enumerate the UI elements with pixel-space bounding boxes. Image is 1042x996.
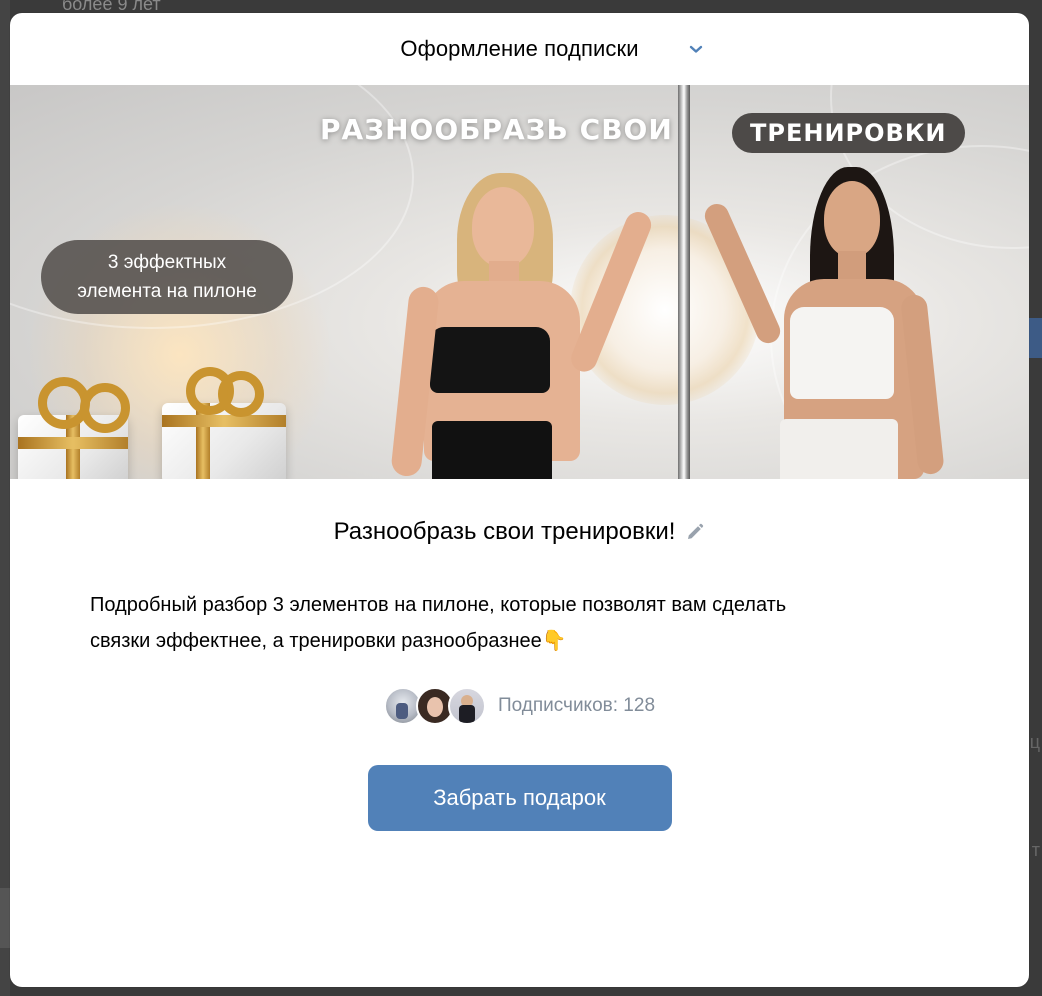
background-button-fragment bbox=[1028, 318, 1042, 358]
banner-badge: 3 эффектных элемента на пилоне bbox=[41, 240, 293, 314]
subscribers-row[interactable]: Подписчиков: 128 bbox=[10, 687, 1029, 725]
chevron-down-icon[interactable] bbox=[688, 41, 704, 57]
background-fragment bbox=[0, 888, 10, 948]
background-text-fragment: т bbox=[1031, 840, 1040, 860]
claim-gift-button[interactable]: Забрать подарок bbox=[367, 765, 672, 831]
subscribers-count: Подписчиков: 128 bbox=[497, 695, 656, 716]
subscription-modal: Оформление подписки РАЗНООБРАЗЬ СВОИ ТРЕ… bbox=[10, 13, 1029, 987]
content-title: Разнообразь свои тренировки! bbox=[333, 518, 676, 545]
avatar-stack bbox=[383, 687, 486, 725]
avatar bbox=[447, 687, 486, 725]
banner-badge-line1: 3 эффектных bbox=[107, 252, 227, 273]
background-text-fragment: ц bbox=[1029, 732, 1040, 752]
edit-icon[interactable] bbox=[685, 522, 705, 542]
modal-content: Разнообразь свои тренировки! Подробный р… bbox=[10, 479, 1029, 831]
modal-title: Оформление подписки bbox=[400, 36, 639, 61]
description-line: связки эффектнее, а тренировки разнообра… bbox=[90, 630, 567, 652]
background-left-edge bbox=[0, 0, 10, 996]
description-line: Подробный разбор 3 элементов на пилоне, … bbox=[90, 594, 787, 616]
modal-header: Оформление подписки bbox=[10, 13, 1029, 85]
cover-image: РАЗНООБРАЗЬ СВОИ ТРЕНИРОВКИ 3 эффектных … bbox=[10, 85, 1029, 479]
banner-badge-line2: элемента на пилоне bbox=[77, 281, 257, 302]
banner-headline-right: ТРЕНИРОВКИ bbox=[732, 113, 965, 153]
banner-headline-left: РАЗНООБРАЗЬ СВОИ bbox=[320, 113, 673, 146]
title-row: Разнообразь свои тренировки! bbox=[10, 515, 1029, 549]
description: Подробный разбор 3 элементов на пилоне, … bbox=[90, 587, 949, 659]
banner-pole bbox=[678, 85, 690, 479]
